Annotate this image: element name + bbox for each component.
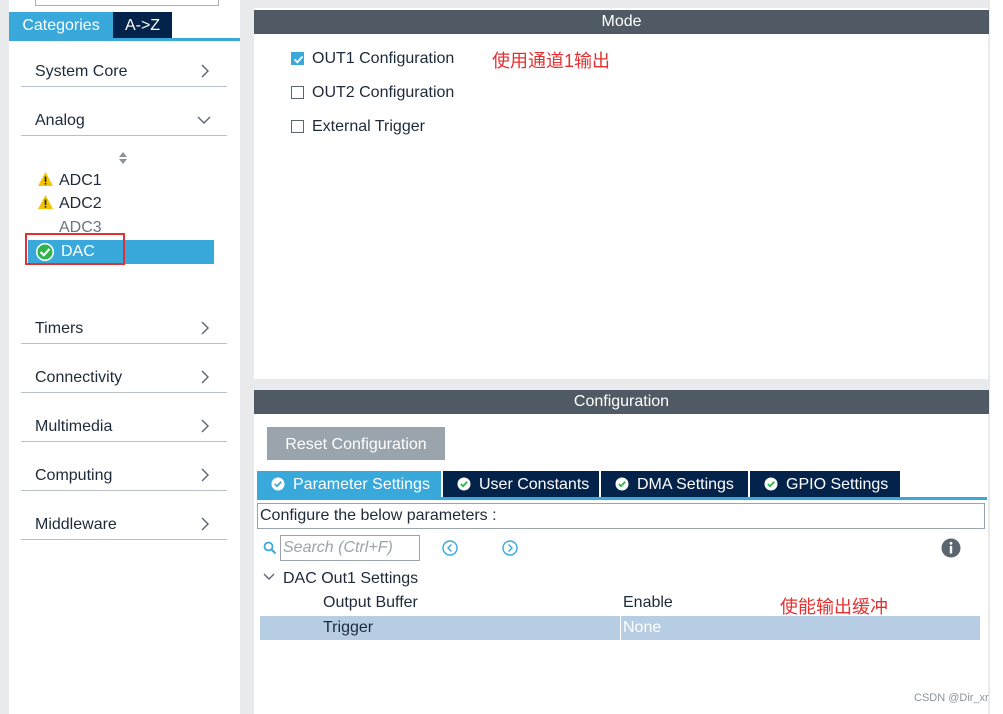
chevron-right-icon <box>201 517 209 531</box>
group-label: DAC Out1 Settings <box>283 570 419 587</box>
tab-gpio-settings[interactable]: GPIO Settings <box>750 471 900 498</box>
param-name: Trigger <box>323 619 374 636</box>
option-label: External Trigger <box>312 118 425 135</box>
check-circle-icon <box>615 477 629 491</box>
category-label: Computing <box>35 467 113 484</box>
option-external-trigger[interactable]: External Trigger <box>291 117 425 137</box>
category-label: Timers <box>35 320 84 337</box>
sort-icon[interactable] <box>118 151 128 165</box>
annotation-enable-output-buffer: 使能输出缓冲 <box>780 597 888 617</box>
option-out2-configuration[interactable]: OUT2 Configuration <box>291 83 454 103</box>
configuration-tabs: Parameter Settings User Constants DMA Se… <box>257 471 902 498</box>
tab-label: GPIO Settings <box>786 476 889 493</box>
category-timers[interactable]: Timers <box>21 308 227 344</box>
chevron-down-icon <box>197 116 211 124</box>
search-input[interactable] <box>280 535 420 561</box>
column-divider <box>620 616 621 640</box>
configuration-header: Configuration <box>254 390 989 414</box>
tab-label: Parameter Settings <box>293 476 430 493</box>
param-name: Output Buffer <box>323 594 418 611</box>
tab-categories[interactable]: Categories <box>9 12 113 40</box>
tab-user-constants[interactable]: User Constants <box>443 471 599 498</box>
analog-item-adc1[interactable]: ADC1 <box>37 170 102 192</box>
info-icon[interactable] <box>941 538 961 558</box>
parameters-description: Configure the below parameters : <box>257 503 985 529</box>
category-label: Connectivity <box>35 369 123 386</box>
sidebar-tabs-underline <box>9 38 241 41</box>
group-dac-out1-settings[interactable]: DAC Out1 Settings <box>263 568 418 590</box>
category-computing[interactable]: Computing <box>21 455 227 491</box>
search-next-icon[interactable] <box>502 540 518 556</box>
chevron-right-icon <box>201 370 209 384</box>
warning-icon <box>38 172 53 186</box>
check-circle-icon <box>271 477 285 491</box>
warning-icon <box>38 195 53 209</box>
analog-item-adc2[interactable]: ADC2 <box>37 193 102 215</box>
watermark: CSDN @Dir_xr <box>914 692 989 704</box>
tab-label: DMA Settings <box>637 476 734 493</box>
tab-dma-settings[interactable]: DMA Settings <box>601 471 748 498</box>
chevron-right-icon <box>201 321 209 335</box>
reset-configuration-button[interactable]: Reset Configuration <box>267 427 445 460</box>
panel-splitter[interactable] <box>240 0 254 714</box>
option-label: OUT1 Configuration <box>312 50 455 67</box>
check-circle-icon <box>457 477 471 491</box>
configuration-tabs-underline <box>257 497 987 500</box>
chevron-down-icon <box>263 573 275 580</box>
chevron-right-icon <box>201 64 209 78</box>
category-label: Multimedia <box>35 418 113 435</box>
annotation-highlight-box <box>25 233 125 265</box>
search-icon <box>263 541 277 555</box>
category-connectivity[interactable]: Connectivity <box>21 357 227 393</box>
parameter-search <box>263 535 420 561</box>
chevron-right-icon <box>201 419 209 433</box>
check-circle-icon <box>764 477 778 491</box>
annotation-use-channel1: 使用通道1输出 <box>492 51 611 71</box>
category-analog[interactable]: Analog <box>21 100 227 136</box>
chevron-right-icon <box>201 468 209 482</box>
option-label: OUT2 Configuration <box>312 84 455 101</box>
option-out1-configuration[interactable]: OUT1 Configuration <box>291 49 454 69</box>
category-middleware[interactable]: Middleware <box>21 504 227 540</box>
sidebar-tabs: Categories A->Z <box>9 12 172 40</box>
right-edge-border <box>988 0 990 714</box>
analog-item-label: ADC2 <box>59 195 102 212</box>
checkbox-icon[interactable] <box>291 120 304 133</box>
param-value[interactable]: Enable <box>623 591 673 615</box>
checkbox-checked-icon[interactable] <box>291 52 304 65</box>
param-value[interactable]: None <box>623 616 661 640</box>
component-sidebar: Categories A->Z System Core Analog ADC1 … <box>0 0 243 714</box>
param-row-trigger[interactable]: Trigger None <box>260 616 980 640</box>
category-system-core[interactable]: System Core <box>21 51 227 87</box>
mode-header: Mode <box>254 10 989 34</box>
tab-a-to-z[interactable]: A->Z <box>113 12 172 40</box>
category-label: System Core <box>35 63 128 80</box>
sidebar-left-gutter <box>0 0 9 714</box>
category-label: Analog <box>35 112 85 129</box>
category-multimedia[interactable]: Multimedia <box>21 406 227 442</box>
sidebar-search-stub <box>35 0 219 6</box>
tab-label: User Constants <box>479 476 590 493</box>
checkbox-icon[interactable] <box>291 86 304 99</box>
analog-item-label: ADC1 <box>59 172 102 189</box>
tab-parameter-settings[interactable]: Parameter Settings <box>257 471 441 498</box>
category-label: Middleware <box>35 516 117 533</box>
search-previous-icon[interactable] <box>442 540 458 556</box>
section-gap <box>254 379 989 390</box>
top-strip <box>254 0 989 8</box>
